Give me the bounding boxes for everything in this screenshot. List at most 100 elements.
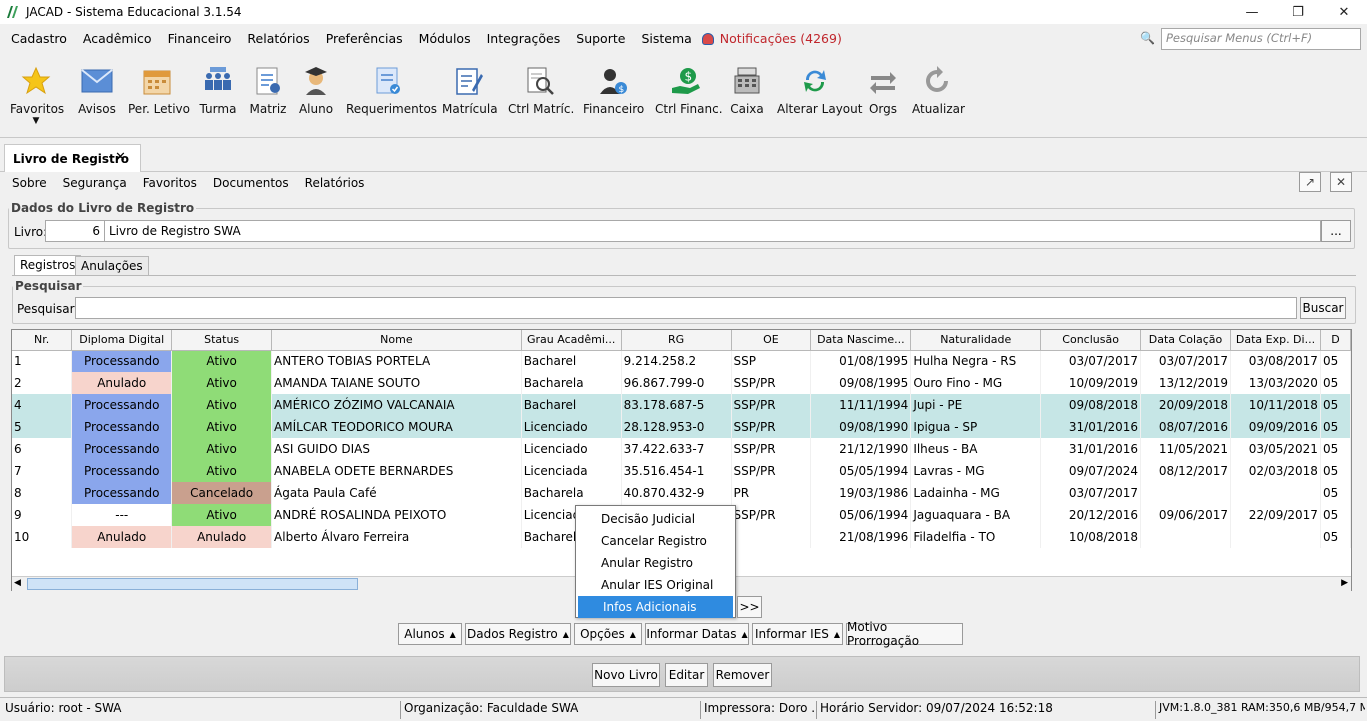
submenu-favoritos[interactable]: Favoritos <box>135 176 205 190</box>
submenu-documentos[interactable]: Documentos <box>205 176 297 190</box>
table-cell-diploma: Processando <box>71 482 173 504</box>
popup-item-infos-adicionais[interactable]: Infos Adicionais <box>578 596 733 618</box>
scrollbar-thumb[interactable] <box>27 578 358 590</box>
menu-preferencias[interactable]: Preferências <box>318 26 411 52</box>
column-header[interactable]: Nome <box>271 330 522 351</box>
close-tab-icon[interactable]: ✕ <box>115 150 126 165</box>
column-header[interactable]: Diploma Digital <box>71 330 173 351</box>
menu-relatorios[interactable]: Relatórios <box>239 26 317 52</box>
informar-datas-dropdown-button[interactable]: Informar Datas ▲ <box>645 623 749 645</box>
scroll-right-icon[interactable]: ▶ <box>1341 578 1348 588</box>
toolbar-requerimentos-button[interactable]: Requerimentos <box>346 64 437 116</box>
toolbar-atualizar-button[interactable]: Atualizar <box>912 64 965 116</box>
notifications-link[interactable]: Notificações (4269) <box>700 26 850 52</box>
column-header[interactable]: Conclusão <box>1040 330 1142 351</box>
toolbar-financeiro-button[interactable]: $ Financeiro <box>583 64 644 116</box>
column-header[interactable]: Status <box>171 330 273 351</box>
menu-search-input[interactable]: Pesquisar Menus (Ctrl+F) <box>1161 28 1361 50</box>
toolbar-matricula-button[interactable]: Matrícula <box>442 64 498 116</box>
tab-anulacoes[interactable]: Anulações <box>75 256 149 275</box>
table-cell-oe: SSP/PR <box>731 438 812 460</box>
table-row[interactable]: 1 Processando Ativo ANTERO TOBIAS PORTELA Ba… <box>12 350 1351 372</box>
column-header[interactable]: RG <box>621 330 732 351</box>
toolbar-caixa-button[interactable]: Caixa <box>729 64 765 116</box>
next-page-button[interactable]: >> <box>737 596 762 618</box>
table-cell-concl: 31/01/2016 <box>1040 416 1142 438</box>
column-header[interactable]: Data Colação <box>1140 330 1231 351</box>
toolbar-favoritos-button[interactable]: Favoritos ▼ <box>10 64 64 126</box>
table-cell-oe: SSP <box>731 350 812 372</box>
toolbar-ctrl-matric-button[interactable]: Ctrl Matríc. <box>508 64 574 116</box>
livro-name-field[interactable]: Livro de Registro SWA <box>104 220 1321 242</box>
table-cell-nr: 7 <box>12 460 73 482</box>
popup-item-anular-ies-original[interactable]: Anular IES Original <box>576 574 735 596</box>
toolbar-orgs-button[interactable]: Orgs <box>866 64 900 116</box>
column-header[interactable]: Data Exp. Di... <box>1230 330 1321 351</box>
toolbar-aluno-button[interactable]: Aluno <box>298 64 334 116</box>
table-row[interactable]: 7 Processando Ativo ANABELA ODETE BERNARDES… <box>12 460 1351 482</box>
motivo-prorrogacao-button[interactable]: Motivo Prorrogação <box>846 620 963 648</box>
status-server-time: Horário Servidor: 09/07/2024 16:52:18 <box>816 701 1154 719</box>
remover-button[interactable]: Remover <box>713 663 772 687</box>
toolbar-avisos-button[interactable]: Avisos <box>77 64 117 116</box>
toolbar-ctrl-financ-button[interactable]: $ Ctrl Financ. <box>655 64 723 116</box>
table-cell-d: 05 <box>1320 350 1351 372</box>
toolbar-per-letivo-button[interactable]: Per. Letivo <box>128 64 190 116</box>
column-header[interactable]: Naturalidade <box>910 330 1042 351</box>
maximize-button[interactable]: ❐ <box>1275 0 1321 24</box>
column-header[interactable]: OE <box>731 330 812 351</box>
column-header[interactable]: D <box>1320 330 1351 351</box>
tab-livro-de-registro[interactable]: Livro de Registro ✕ <box>4 144 141 172</box>
detach-window-icon[interactable]: ↗ <box>1299 172 1321 192</box>
menu-financeiro[interactable]: Financeiro <box>160 26 240 52</box>
column-header[interactable]: Nr. <box>12 330 73 351</box>
livro-number-field[interactable]: 6 <box>45 220 105 242</box>
minimize-button[interactable]: — <box>1229 0 1275 24</box>
menu-suporte[interactable]: Suporte <box>568 26 633 52</box>
table-cell-exp: 13/03/2020 <box>1230 372 1321 394</box>
table-row[interactable]: 8 Processando Cancelado Ágata Paula Café Bac… <box>12 482 1351 504</box>
status-printer: Impressora: Doro ... <box>700 701 815 719</box>
menu-integracoes[interactable]: Integrações <box>479 26 569 52</box>
table-cell-nr: 8 <box>12 482 73 504</box>
editar-button[interactable]: Editar <box>665 663 708 687</box>
table-cell-nr: 10 <box>12 526 73 548</box>
table-cell-oe: SSP/PR <box>731 416 812 438</box>
novo-livro-button[interactable]: Novo Livro <box>592 663 660 687</box>
table-row[interactable]: 4 Processando Ativo AMÉRICO ZÓZIMO VALCANAI… <box>12 394 1351 416</box>
toolbar-turma-button[interactable]: Turma <box>199 64 237 116</box>
tab-registros[interactable]: Registros <box>14 255 82 276</box>
toolbar-matriz-button[interactable]: Matriz <box>249 64 287 116</box>
alunos-dropdown-button[interactable]: Alunos ▲ <box>398 623 462 645</box>
column-header[interactable]: Grau Acadêmi... <box>521 330 622 351</box>
scroll-left-icon[interactable]: ◀ <box>14 578 21 588</box>
table-cell-nr: 6 <box>12 438 73 460</box>
search-button[interactable]: Buscar <box>1300 297 1346 319</box>
opcoes-dropdown-button[interactable]: Opções ▲ <box>574 623 642 645</box>
table-cell-status: Anulado <box>171 526 273 548</box>
submenu-seguranca[interactable]: Segurança <box>55 176 135 190</box>
dados-registro-dropdown-button[interactable]: Dados Registro ▲ <box>465 623 571 645</box>
popup-item-decisao-judicial[interactable]: Decisão Judicial <box>576 508 735 530</box>
menu-cadastro[interactable]: Cadastro <box>0 26 75 52</box>
popup-item-anular-registro[interactable]: Anular Registro <box>576 552 735 574</box>
table-row[interactable]: 5 Processando Ativo AMÍLCAR TEODORICO MOURA… <box>12 416 1351 438</box>
table-cell-grau: Licenciado <box>521 438 622 460</box>
close-panel-icon[interactable]: ✕ <box>1330 172 1352 192</box>
table-cell-nome: ASI GUIDO DIAS <box>271 438 522 460</box>
menu-academico[interactable]: Acadêmico <box>75 26 160 52</box>
notification-icon <box>701 33 714 45</box>
menu-modulos[interactable]: Módulos <box>411 26 479 52</box>
table-row[interactable]: 2 Anulado Ativo AMANDA TAIANE SOUTO Bacharel… <box>12 372 1351 394</box>
menu-sistema[interactable]: Sistema <box>633 26 699 52</box>
browse-livro-button[interactable]: ... <box>1321 220 1351 242</box>
table-row[interactable]: 6 Processando Ativo ASI GUIDO DIAS Licenciad… <box>12 438 1351 460</box>
toolbar-alterar-layout-button[interactable]: Alterar Layout <box>777 64 862 116</box>
close-window-button[interactable]: ✕ <box>1321 0 1367 24</box>
search-input[interactable] <box>75 297 1297 319</box>
submenu-relatorios[interactable]: Relatórios <box>297 176 373 190</box>
informar-ies-dropdown-button[interactable]: Informar IES ▲ <box>752 623 843 645</box>
column-header[interactable]: Data Nascime... <box>810 330 912 351</box>
popup-item-cancelar-registro[interactable]: Cancelar Registro <box>576 530 735 552</box>
submenu-sobre[interactable]: Sobre <box>0 176 55 190</box>
